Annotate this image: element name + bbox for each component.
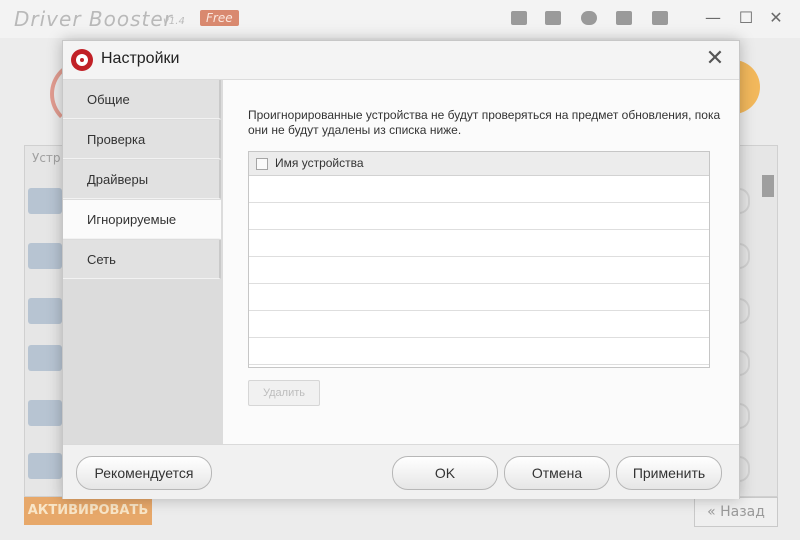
sidebar-item-drivers[interactable]: Драйверы (63, 160, 221, 199)
list-item[interactable] (249, 338, 709, 365)
device-name-column-header: Имя устройства (275, 156, 364, 170)
driver-booster-logo-icon (71, 49, 93, 71)
ignored-description: Проигнорированные устройства не будут пр… (248, 108, 721, 137)
dialog-footer: Рекомендуется OK Отмена Применить (63, 444, 739, 499)
app-title: Driver Booster (14, 7, 173, 31)
list-item[interactable] (249, 176, 709, 203)
device-thumb-icon (28, 188, 62, 214)
delete-button[interactable]: Удалить (248, 380, 320, 406)
message-icon (511, 11, 527, 25)
maximize-icon[interactable]: ☐ (736, 8, 756, 28)
list-item[interactable] (249, 257, 709, 284)
menu-icon (652, 11, 668, 25)
cancel-button[interactable]: Отмена (504, 456, 610, 490)
news-icon (545, 11, 561, 25)
ignored-devices-list: Имя устройства (248, 151, 710, 368)
sidebar-item-scan[interactable]: Проверка (63, 120, 221, 159)
list-header: Имя устройства (249, 152, 709, 176)
restore-icon (581, 11, 597, 25)
double-chevron-left-icon: « (707, 504, 721, 520)
select-all-checkbox[interactable] (256, 158, 268, 170)
sidebar-item-general[interactable]: Общие (63, 80, 221, 119)
device-thumb-icon (28, 453, 62, 479)
background-column-header: Устр (32, 151, 61, 165)
minimize-icon[interactable]: — (703, 8, 723, 28)
sidebar-item-network[interactable]: Сеть (63, 240, 221, 279)
background-scrollbar-thumb[interactable] (762, 175, 774, 197)
ok-button[interactable]: OK (392, 456, 498, 490)
device-thumb-icon (28, 345, 62, 371)
back-button[interactable]: « Назад (694, 497, 778, 527)
skin-icon (616, 11, 632, 25)
background-titlebar: Driver Booster v1.4 Free — ☐ ✕ (0, 0, 800, 38)
close-icon[interactable]: ✕ (703, 47, 727, 71)
settings-sidebar: Общие Проверка Драйверы Игнорируемые Сет… (63, 80, 223, 444)
app-version: v1.4 (163, 16, 185, 27)
back-button-label: Назад (720, 504, 765, 520)
dialog-header: Настройки ✕ (63, 41, 739, 80)
list-item[interactable] (249, 203, 709, 230)
apply-button[interactable]: Применить (616, 456, 722, 490)
ignored-devices-panel: Проигнорированные устройства не будут пр… (223, 80, 739, 444)
device-thumb-icon (28, 298, 62, 324)
device-thumb-icon (28, 400, 62, 426)
list-item[interactable] (249, 230, 709, 257)
device-thumb-icon (28, 243, 62, 269)
sidebar-item-ignored[interactable]: Игнорируемые (63, 200, 221, 239)
list-item[interactable] (249, 311, 709, 338)
window-close-icon[interactable]: ✕ (766, 8, 786, 28)
settings-dialog: Настройки ✕ Общие Проверка Драйверы Игно… (62, 40, 740, 499)
edition-badge: Free (200, 10, 239, 26)
activate-button[interactable]: АКТИВИРОВАТЬ (24, 497, 152, 525)
list-item[interactable] (249, 284, 709, 311)
dialog-title: Настройки (101, 50, 180, 67)
recommended-button[interactable]: Рекомендуется (76, 456, 212, 490)
